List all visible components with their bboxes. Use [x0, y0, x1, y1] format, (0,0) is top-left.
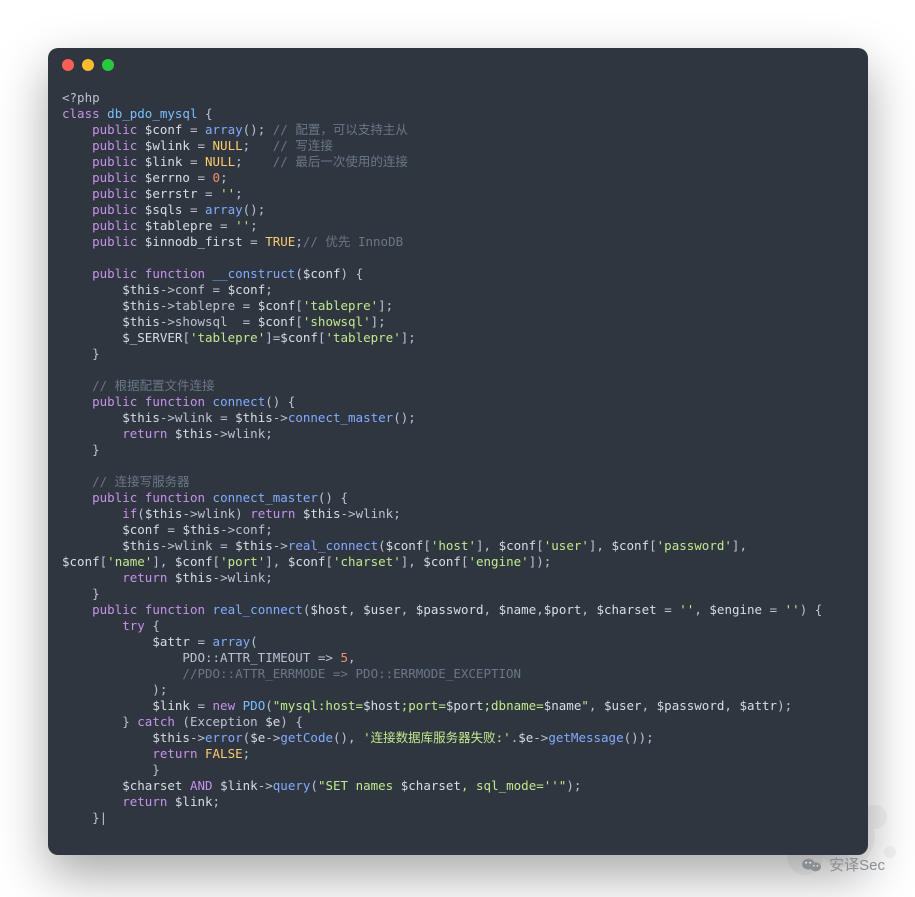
wechat-watermark: 安译Sec	[801, 854, 885, 875]
maximize-icon[interactable]	[102, 59, 114, 71]
wechat-icon	[801, 856, 823, 874]
watermark-label: 安译Sec	[829, 854, 885, 875]
code-window: <?php class db_pdo_mysql { public $conf …	[48, 48, 868, 855]
window-titlebar	[48, 48, 868, 82]
close-icon[interactable]	[62, 59, 74, 71]
minimize-icon[interactable]	[82, 59, 94, 71]
code-editor[interactable]: <?php class db_pdo_mysql { public $conf …	[48, 82, 868, 840]
